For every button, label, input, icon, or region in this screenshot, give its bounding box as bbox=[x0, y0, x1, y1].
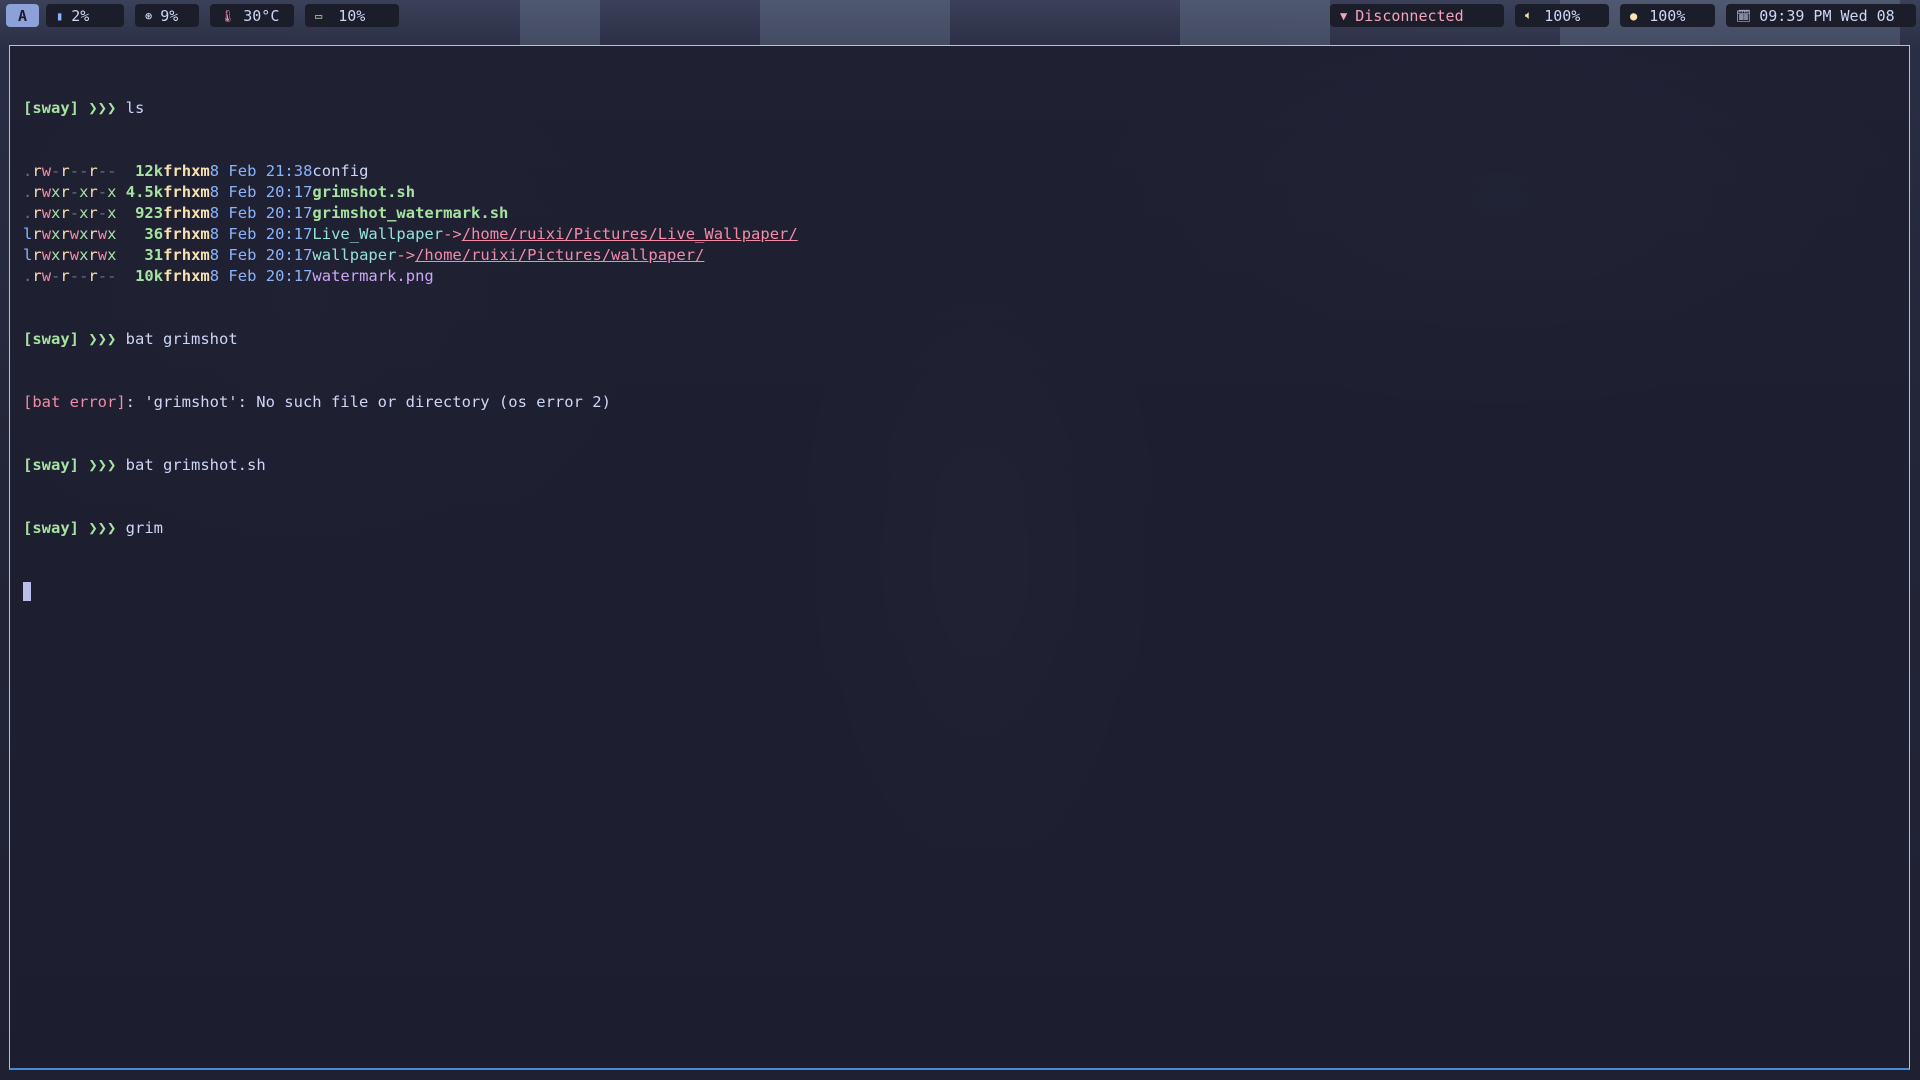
file-name: grimshot.sh bbox=[312, 183, 416, 201]
thermometer-icon: 🌡︎ bbox=[220, 8, 236, 23]
file-owner: frhxm bbox=[163, 162, 210, 180]
file-permissions: .rw-r--r-- bbox=[23, 162, 117, 180]
file-permissions: .rwxr-xr-x bbox=[23, 183, 117, 201]
terminal-window[interactable]: [sway] ❯❯❯ ls .rw-r--r-- 12k frhxm 8 Feb … bbox=[9, 45, 1910, 1070]
workspace-indicator[interactable]: A bbox=[6, 4, 39, 27]
file-size: 10k bbox=[135, 267, 164, 285]
calendar-icon: 🗓︎ bbox=[1736, 8, 1752, 23]
command-line: [sway] ❯❯❯ ls bbox=[23, 98, 798, 119]
memory-value: 2% bbox=[71, 6, 90, 25]
file-size: 36 bbox=[144, 225, 164, 243]
file-date: 8 Feb 20:17 bbox=[209, 267, 313, 285]
file-date: 8 Feb 20:17 bbox=[209, 246, 313, 264]
battery-module[interactable]: ▭ 10% bbox=[305, 4, 399, 27]
ls-row: .rw-r--r-- 12k frhxm 8 Feb 21:38 config bbox=[23, 161, 798, 182]
terminal-output: [sway] ❯❯❯ ls .rw-r--r-- 12k frhxm 8 Feb … bbox=[23, 56, 798, 644]
command-line: [sway] ❯❯❯ bat grimshot bbox=[23, 329, 798, 350]
link-target[interactable]: /home/ruixi/Pictures/wallpaper/ bbox=[415, 245, 704, 266]
cpu-icon: ⊛ bbox=[145, 8, 153, 23]
command-text: grim bbox=[125, 519, 163, 537]
brightness-value: 100% bbox=[1649, 6, 1686, 25]
speaker-icon: 🔈︎ bbox=[1525, 8, 1533, 22]
file-owner: frhxm bbox=[163, 225, 210, 243]
shell-prompt: [sway] ❯❯❯ bbox=[23, 456, 117, 474]
link-arrow: -> bbox=[396, 246, 416, 264]
input-line[interactable] bbox=[23, 581, 798, 602]
file-permissions: lrwxrwxrwx bbox=[23, 225, 117, 243]
wifi-icon: ▼ bbox=[1340, 8, 1348, 23]
file-permissions: lrwxrwxrwx bbox=[23, 246, 117, 264]
memory-icon: ▮ bbox=[56, 8, 64, 23]
file-name: config bbox=[312, 162, 369, 180]
network-module[interactable]: ▼ Disconnected bbox=[1330, 4, 1504, 27]
memory-module[interactable]: ▮ 2% bbox=[46, 4, 124, 27]
file-owner: frhxm bbox=[163, 183, 210, 201]
error-tag: [bat error] bbox=[23, 393, 126, 411]
command-text: ls bbox=[125, 99, 145, 117]
error-message: : 'grimshot': No such file or directory … bbox=[125, 393, 611, 411]
text-cursor[interactable] bbox=[23, 582, 31, 601]
file-size: 4.5k bbox=[125, 183, 164, 201]
file-owner: frhxm bbox=[163, 204, 210, 222]
temperature-value: 30°C bbox=[243, 6, 280, 25]
shell-prompt: [sway] ❯❯❯ bbox=[23, 330, 117, 348]
file-name: watermark.png bbox=[312, 267, 434, 285]
cpu-module[interactable]: ⊛ 9% bbox=[135, 4, 199, 27]
ls-row: .rwxr-xr-x 923 frhxm 8 Feb 20:17 grimshot… bbox=[23, 203, 798, 224]
brightness-module[interactable]: ● 100% bbox=[1620, 4, 1715, 27]
shell-prompt: [sway] ❯❯❯ bbox=[23, 99, 117, 117]
cpu-value: 9% bbox=[160, 6, 179, 25]
command-line: [sway] ❯❯❯ bat grimshot.sh bbox=[23, 455, 798, 476]
file-date: 8 Feb 20:17 bbox=[209, 183, 313, 201]
file-date: 8 Feb 20:17 bbox=[209, 204, 313, 222]
ls-output: .rw-r--r-- 12k frhxm 8 Feb 21:38 config .r… bbox=[23, 161, 798, 287]
ls-row: lrwxrwxrwx 31 frhxm 8 Feb 20:17 wallpaper… bbox=[23, 245, 798, 266]
file-name: wallpaper bbox=[312, 246, 397, 264]
battery-value: 10% bbox=[338, 6, 366, 25]
brightness-icon: ● bbox=[1630, 8, 1638, 23]
file-size: 923 bbox=[135, 204, 164, 222]
file-owner: frhxm bbox=[163, 267, 210, 285]
command-line: [sway] ❯❯❯ grim bbox=[23, 518, 798, 539]
file-permissions: .rw-r--r-- bbox=[23, 267, 117, 285]
ls-row: lrwxrwxrwx 36 frhxm 8 Feb 20:17 Live_Wall… bbox=[23, 224, 798, 245]
file-owner: frhxm bbox=[163, 246, 210, 264]
volume-module[interactable]: 🔈︎ 100% bbox=[1515, 4, 1609, 27]
clock-value: 09:39 PM Wed 08 bbox=[1759, 6, 1895, 25]
command-text: bat grimshot.sh bbox=[125, 456, 266, 474]
file-date: 8 Feb 21:38 bbox=[209, 162, 313, 180]
file-size: 12k bbox=[135, 162, 164, 180]
clock-module[interactable]: 🗓︎ 09:39 PM Wed 08 bbox=[1726, 4, 1916, 27]
file-size: 31 bbox=[144, 246, 164, 264]
link-arrow: -> bbox=[443, 225, 462, 243]
workspace-label: A bbox=[17, 6, 28, 25]
link-target[interactable]: /home/ruixi/Pictures/Live_Wallpaper/ bbox=[462, 224, 798, 245]
ls-row: .rw-r--r-- 10k frhxm 8 Feb 20:17 watermar… bbox=[23, 266, 798, 287]
network-status: Disconnected bbox=[1355, 6, 1464, 25]
error-line: [bat error]: 'grimshot': No such file or… bbox=[23, 392, 798, 413]
command-text: bat grimshot bbox=[125, 330, 238, 348]
file-permissions: .rwxr-xr-x bbox=[23, 204, 117, 222]
shell-prompt: [sway] ❯❯❯ bbox=[23, 519, 117, 537]
volume-value: 100% bbox=[1544, 6, 1581, 25]
temperature-module[interactable]: 🌡︎ 30°C bbox=[210, 4, 294, 27]
ls-row: .rwxr-xr-x 4.5k frhxm 8 Feb 20:17 grimsho… bbox=[23, 182, 798, 203]
file-name: Live_Wallpaper bbox=[312, 225, 444, 243]
battery-icon: ▭ bbox=[315, 8, 323, 23]
file-name: grimshot_watermark.sh bbox=[312, 204, 509, 222]
file-date: 8 Feb 20:17 bbox=[209, 225, 313, 243]
status-bar: A ▮ 2% ⊛ 9% 🌡︎ 30°C ▭ 10% ▼ Disconnected… bbox=[0, 0, 1920, 30]
